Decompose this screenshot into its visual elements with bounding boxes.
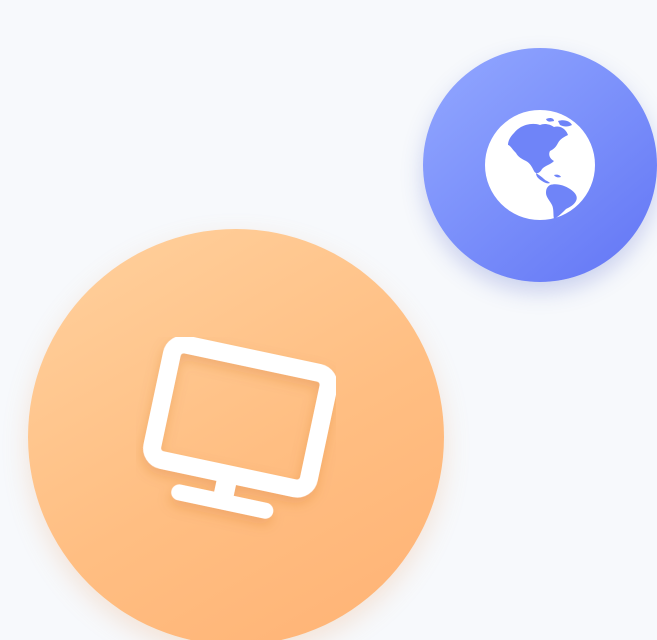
globe-bubble (423, 48, 657, 282)
monitor-icon (143, 337, 336, 519)
monitor-bubble (28, 229, 444, 640)
globe-icon (485, 110, 595, 220)
illustration-canvas (0, 0, 657, 640)
